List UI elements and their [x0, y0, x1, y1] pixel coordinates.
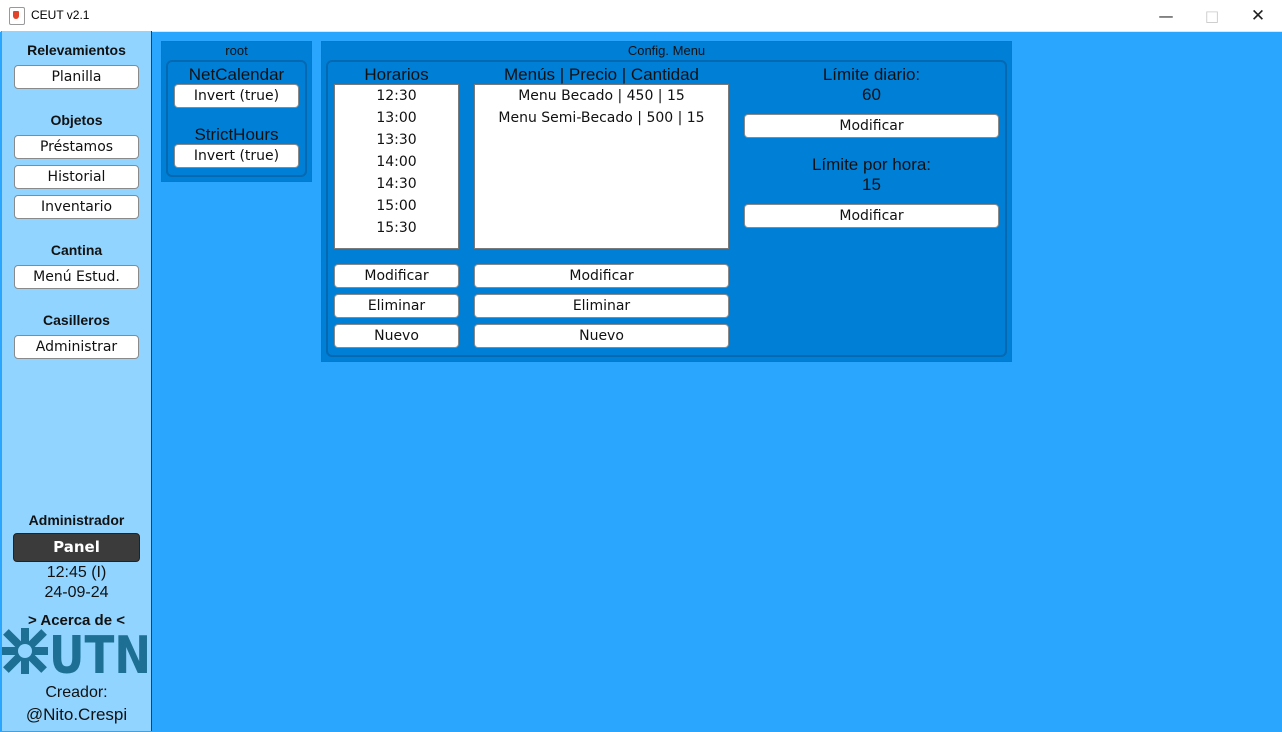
horario-item[interactable]: 15:30	[335, 217, 458, 239]
cantina-heading: Cantina	[50, 242, 103, 258]
clock-time: 12:45 (I)	[46, 564, 107, 581]
menus-list[interactable]: Menu Becado | 450 | 15 Menu Semi-Becado …	[474, 84, 729, 249]
java-app-icon	[9, 7, 25, 25]
horario-item[interactable]: 14:30	[335, 173, 458, 195]
stricthours-label: StrictHours	[194, 125, 279, 144]
config-menu-panel: Config. Menu Horarios 12:30 13:00 13:30 …	[321, 41, 1012, 362]
limite-hora-value: 15	[862, 175, 881, 194]
minimize-button[interactable]: —	[1143, 0, 1189, 31]
utn-logo-center	[18, 644, 32, 658]
stricthours-invert-button[interactable]: Invert (true)	[174, 144, 299, 168]
menu-item[interactable]: Menu Becado | 450 | 15	[475, 85, 728, 107]
menu-item[interactable]: Menu Semi-Becado | 500 | 15	[475, 107, 728, 129]
about-link[interactable]: > Acerca de <	[2, 612, 151, 629]
horario-item[interactable]: 13:00	[335, 107, 458, 129]
objetos-heading: Objetos	[50, 112, 103, 128]
limite-diario-modificar-button[interactable]: Modificar	[744, 114, 999, 138]
horario-item[interactable]: 14:00	[335, 151, 458, 173]
menu-estud-button[interactable]: Menú Estud.	[14, 265, 139, 289]
window-title: CEUT v2.1	[31, 8, 90, 22]
config-menu-title: Config. Menu	[627, 43, 706, 58]
horarios-modificar-button[interactable]: Modificar	[334, 264, 459, 288]
administrar-button[interactable]: Administrar	[14, 335, 139, 359]
menus-heading: Menús | Precio | Cantidad	[504, 65, 699, 84]
menus-modificar-button[interactable]: Modificar	[474, 264, 729, 288]
root-panel-title: root	[225, 43, 248, 58]
title-bar: CEUT v2.1 — □ ✕	[0, 0, 1282, 32]
relevamientos-heading: Relevamientos	[27, 42, 126, 58]
creator-label: Creador:	[45, 684, 108, 701]
netcalendar-invert-button[interactable]: Invert (true)	[174, 84, 299, 108]
prestamos-button[interactable]: Préstamos	[14, 135, 139, 159]
root-panel: root NetCalendar Invert (true) StrictHou…	[161, 41, 312, 182]
administrador-heading: Administrador	[28, 512, 125, 528]
maximize-button[interactable]: □	[1189, 0, 1235, 31]
horarios-eliminar-button[interactable]: Eliminar	[334, 294, 459, 318]
historial-button[interactable]: Historial	[14, 165, 139, 189]
sidebar: Relevamientos Planilla Objetos Préstamos…	[1, 31, 152, 731]
limite-diario-value: 60	[862, 85, 881, 104]
menus-nuevo-button[interactable]: Nuevo	[474, 324, 729, 348]
casilleros-heading: Casilleros	[43, 312, 110, 328]
horario-item[interactable]: 15:00	[335, 195, 458, 217]
utn-logo-text: UTN	[49, 628, 151, 678]
horario-item[interactable]: 12:30	[335, 85, 458, 107]
utn-logo: UTN	[2, 628, 151, 678]
limite-hora-modificar-button[interactable]: Modificar	[744, 204, 999, 228]
limite-diario-label: Límite diario:	[822, 65, 921, 84]
netcalendar-label: NetCalendar	[188, 65, 285, 84]
planilla-button[interactable]: Planilla	[14, 65, 139, 89]
horarios-nuevo-button[interactable]: Nuevo	[334, 324, 459, 348]
creator-handle: @Nito.Crespi	[25, 705, 128, 724]
horario-item[interactable]: 13:30	[335, 129, 458, 151]
panel-button[interactable]: Panel	[13, 533, 140, 562]
menus-eliminar-button[interactable]: Eliminar	[474, 294, 729, 318]
clock-date: 24-09-24	[44, 584, 109, 601]
close-button[interactable]: ✕	[1235, 0, 1281, 31]
horarios-list[interactable]: 12:30 13:00 13:30 14:00 14:30 15:00 15:3…	[334, 84, 459, 249]
horarios-heading: Horarios	[364, 65, 429, 84]
inventario-button[interactable]: Inventario	[14, 195, 139, 219]
limite-hora-label: Límite por hora:	[811, 155, 932, 174]
